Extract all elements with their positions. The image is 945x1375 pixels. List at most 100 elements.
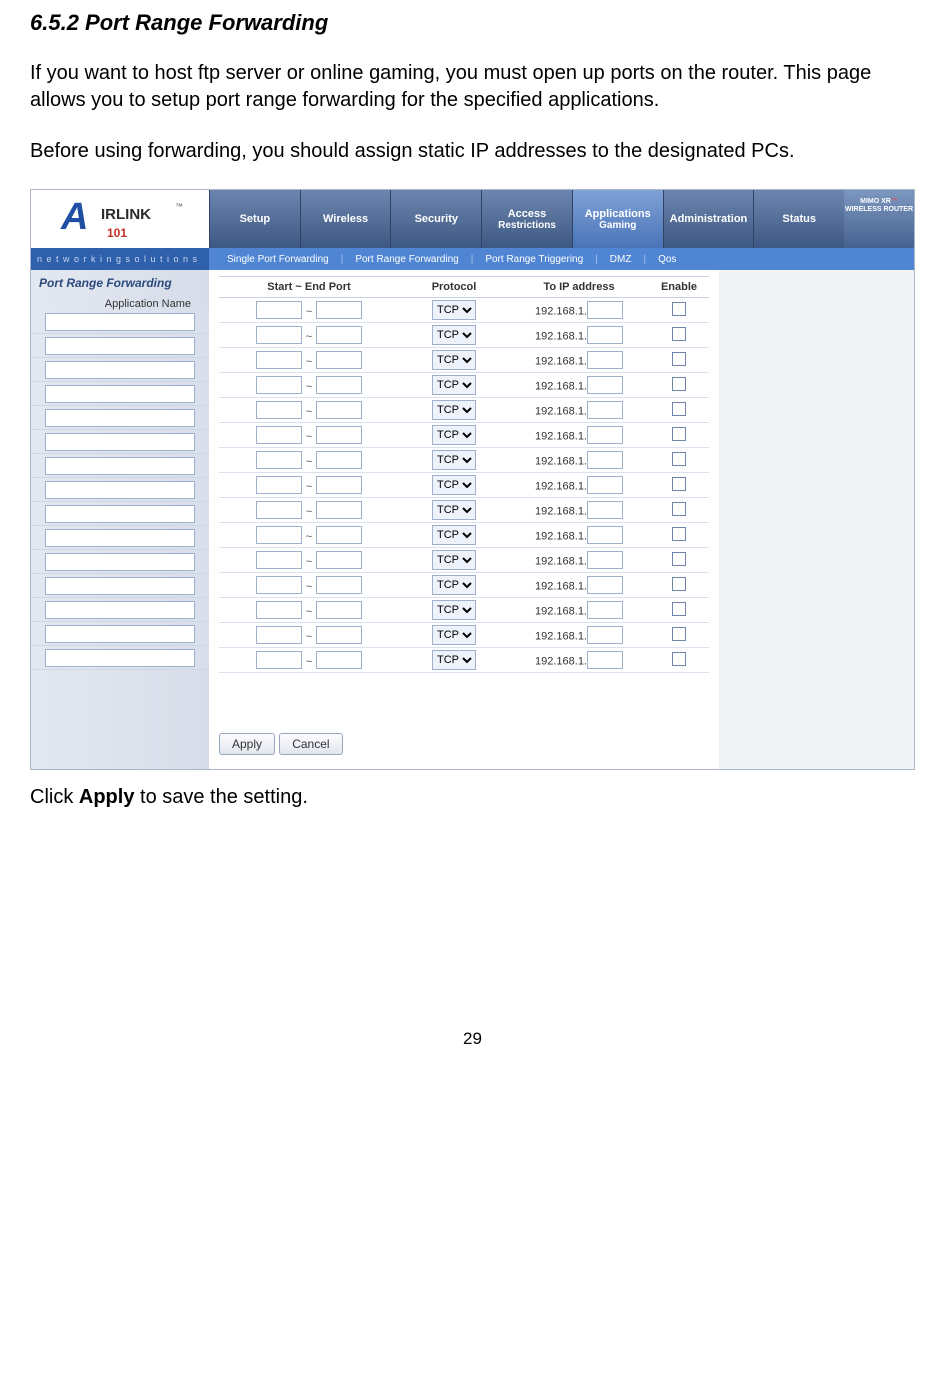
end-port-input[interactable] bbox=[316, 601, 362, 619]
protocol-select[interactable]: TCP bbox=[432, 400, 476, 420]
protocol-select[interactable]: TCP bbox=[432, 325, 476, 345]
ip-last-octet-input[interactable] bbox=[587, 301, 623, 319]
protocol-select[interactable]: TCP bbox=[432, 375, 476, 395]
protocol-select[interactable]: TCP bbox=[432, 450, 476, 470]
subtab-port-range-triggering[interactable]: Port Range Triggering bbox=[477, 254, 591, 265]
protocol-select[interactable]: TCP bbox=[432, 575, 476, 595]
ip-last-octet-input[interactable] bbox=[587, 576, 623, 594]
end-port-input[interactable] bbox=[316, 426, 362, 444]
application-name-input[interactable] bbox=[45, 625, 195, 643]
ip-last-octet-input[interactable] bbox=[587, 426, 623, 444]
application-name-input[interactable] bbox=[45, 457, 195, 475]
tab-security[interactable]: Security bbox=[390, 190, 481, 248]
protocol-select[interactable]: TCP bbox=[432, 525, 476, 545]
enable-checkbox[interactable] bbox=[672, 552, 686, 566]
application-name-input[interactable] bbox=[45, 481, 195, 499]
protocol-select[interactable]: TCP bbox=[432, 300, 476, 320]
application-name-input[interactable] bbox=[45, 313, 195, 331]
enable-checkbox[interactable] bbox=[672, 627, 686, 641]
enable-checkbox[interactable] bbox=[672, 327, 686, 341]
start-port-input[interactable] bbox=[256, 301, 302, 319]
end-port-input[interactable] bbox=[316, 551, 362, 569]
cancel-button[interactable]: Cancel bbox=[279, 733, 342, 755]
start-port-input[interactable] bbox=[256, 426, 302, 444]
ip-last-octet-input[interactable] bbox=[587, 626, 623, 644]
ip-last-octet-input[interactable] bbox=[587, 651, 623, 669]
end-port-input[interactable] bbox=[316, 376, 362, 394]
start-port-input[interactable] bbox=[256, 651, 302, 669]
application-name-input[interactable] bbox=[45, 649, 195, 667]
enable-checkbox[interactable] bbox=[672, 602, 686, 616]
apply-button[interactable]: Apply bbox=[219, 733, 275, 755]
protocol-select[interactable]: TCP bbox=[432, 425, 476, 445]
protocol-select[interactable]: TCP bbox=[432, 625, 476, 645]
start-port-input[interactable] bbox=[256, 351, 302, 369]
end-port-input[interactable] bbox=[316, 576, 362, 594]
application-name-input[interactable] bbox=[45, 337, 195, 355]
start-port-input[interactable] bbox=[256, 626, 302, 644]
tab-applications-gaming[interactable]: ApplicationsGaming bbox=[572, 190, 663, 248]
enable-checkbox[interactable] bbox=[672, 527, 686, 541]
start-port-input[interactable] bbox=[256, 401, 302, 419]
subtab-dmz[interactable]: DMZ bbox=[602, 254, 640, 265]
enable-checkbox[interactable] bbox=[672, 477, 686, 491]
ip-last-octet-input[interactable] bbox=[587, 376, 623, 394]
application-name-input[interactable] bbox=[45, 361, 195, 379]
subtab-port-range-forwarding[interactable]: Port Range Forwarding bbox=[347, 254, 466, 265]
start-port-input[interactable] bbox=[256, 501, 302, 519]
ip-last-octet-input[interactable] bbox=[587, 326, 623, 344]
start-port-input[interactable] bbox=[256, 526, 302, 544]
ip-last-octet-input[interactable] bbox=[587, 601, 623, 619]
tab-administration[interactable]: Administration bbox=[663, 190, 754, 248]
start-port-input[interactable] bbox=[256, 451, 302, 469]
start-port-input[interactable] bbox=[256, 551, 302, 569]
application-name-input[interactable] bbox=[45, 529, 195, 547]
end-port-input[interactable] bbox=[316, 351, 362, 369]
application-name-input[interactable] bbox=[45, 601, 195, 619]
subtab-single-port-forwarding[interactable]: Single Port Forwarding bbox=[219, 254, 337, 265]
enable-checkbox[interactable] bbox=[672, 577, 686, 591]
ip-last-octet-input[interactable] bbox=[587, 476, 623, 494]
ip-last-octet-input[interactable] bbox=[587, 551, 623, 569]
tab-status[interactable]: Status bbox=[753, 190, 844, 248]
protocol-select[interactable]: TCP bbox=[432, 475, 476, 495]
end-port-input[interactable] bbox=[316, 451, 362, 469]
end-port-input[interactable] bbox=[316, 501, 362, 519]
enable-checkbox[interactable] bbox=[672, 502, 686, 516]
ip-last-octet-input[interactable] bbox=[587, 526, 623, 544]
application-name-input[interactable] bbox=[45, 577, 195, 595]
application-name-input[interactable] bbox=[45, 505, 195, 523]
application-name-input[interactable] bbox=[45, 409, 195, 427]
start-port-input[interactable] bbox=[256, 601, 302, 619]
protocol-select[interactable]: TCP bbox=[432, 500, 476, 520]
protocol-select[interactable]: TCP bbox=[432, 650, 476, 670]
end-port-input[interactable] bbox=[316, 401, 362, 419]
tab-setup[interactable]: Setup bbox=[209, 190, 300, 248]
protocol-select[interactable]: TCP bbox=[432, 550, 476, 570]
enable-checkbox[interactable] bbox=[672, 402, 686, 416]
enable-checkbox[interactable] bbox=[672, 427, 686, 441]
start-port-input[interactable] bbox=[256, 326, 302, 344]
start-port-input[interactable] bbox=[256, 476, 302, 494]
ip-last-octet-input[interactable] bbox=[587, 351, 623, 369]
enable-checkbox[interactable] bbox=[672, 377, 686, 391]
tab-wireless[interactable]: Wireless bbox=[300, 190, 391, 248]
end-port-input[interactable] bbox=[316, 326, 362, 344]
subtab-qos[interactable]: Qos bbox=[650, 254, 684, 265]
end-port-input[interactable] bbox=[316, 526, 362, 544]
enable-checkbox[interactable] bbox=[672, 652, 686, 666]
end-port-input[interactable] bbox=[316, 626, 362, 644]
enable-checkbox[interactable] bbox=[672, 452, 686, 466]
end-port-input[interactable] bbox=[316, 301, 362, 319]
end-port-input[interactable] bbox=[316, 476, 362, 494]
application-name-input[interactable] bbox=[45, 433, 195, 451]
protocol-select[interactable]: TCP bbox=[432, 350, 476, 370]
application-name-input[interactable] bbox=[45, 385, 195, 403]
ip-last-octet-input[interactable] bbox=[587, 501, 623, 519]
ip-last-octet-input[interactable] bbox=[587, 451, 623, 469]
enable-checkbox[interactable] bbox=[672, 352, 686, 366]
enable-checkbox[interactable] bbox=[672, 302, 686, 316]
application-name-input[interactable] bbox=[45, 553, 195, 571]
start-port-input[interactable] bbox=[256, 376, 302, 394]
start-port-input[interactable] bbox=[256, 576, 302, 594]
